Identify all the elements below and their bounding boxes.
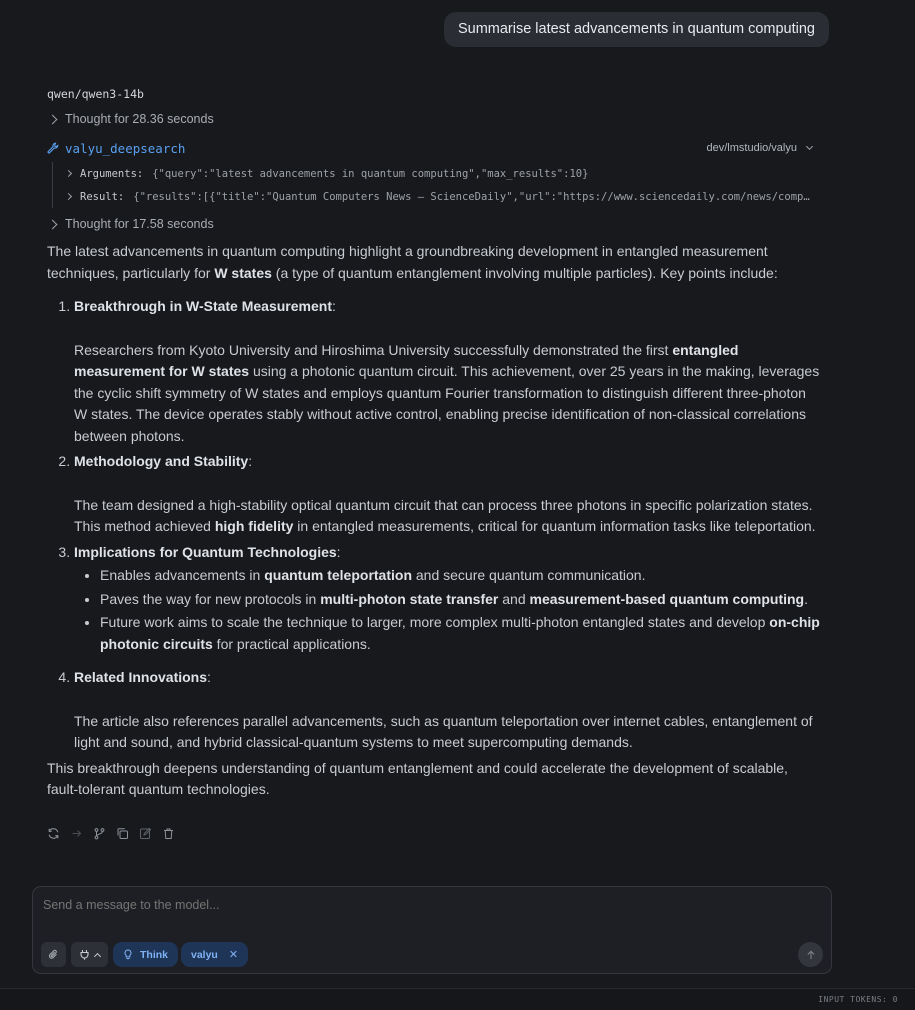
tool-result-row[interactable]: Result: {"results":[{"title":"Quantum Co…: [66, 185, 812, 208]
item-title: Implications for Quantum Technologies: [74, 543, 337, 560]
paperclip-icon: [48, 949, 57, 959]
bullet-text: Paves the way for new protocols in: [100, 590, 321, 607]
user-message-text: Summarise latest advancements in quantum…: [457, 21, 815, 37]
message-input-wrap[interactable]: [43, 898, 803, 912]
thought-toggle-2[interactable]: Thought for 17.58 seconds: [47, 217, 214, 231]
bullet-bold: quantum teleportation: [264, 567, 412, 583]
bullet-text: Enables advancements in: [100, 567, 265, 583]
item-title: Related Innovations: [74, 669, 208, 685]
arguments-label: Arguments:: [80, 167, 144, 180]
tool-call-header[interactable]: valyu_deepsearch dev/lmstudio/valyu: [47, 141, 814, 157]
tool-source-label: dev/lmstudio/valyu: [706, 142, 798, 154]
key-points-list: Breakthrough in W-State Measurement: Res…: [47, 296, 822, 754]
branch-icon[interactable]: [92, 826, 106, 840]
thought-toggle-1[interactable]: Thought for 28.36 seconds: [47, 112, 214, 126]
list-item: Related Innovations: The article also re…: [74, 667, 822, 754]
chevron-right-icon: [66, 192, 73, 201]
input-tokens: INPUT TOKENS: 0: [818, 995, 898, 1004]
item-description: The article also references parallel adv…: [74, 711, 822, 754]
bullet-text: Future work aims to scale the technique …: [100, 614, 770, 630]
chevron-down-icon: [805, 142, 814, 151]
item-description: The team designed a high-stability optic…: [74, 495, 822, 538]
regenerate-icon[interactable]: [46, 826, 60, 840]
bullet-item: Paves the way for new protocols in multi…: [100, 589, 822, 611]
bullet-text: .: [804, 590, 808, 607]
chevron-right-icon: [47, 114, 58, 124]
lightbulb-icon: [124, 949, 132, 960]
bullet-text: and secure quantum communication.: [412, 567, 646, 583]
model-name: qwen/qwen3-14b: [47, 87, 144, 101]
thought-label-1: Thought for 28.36 seconds: [65, 112, 214, 126]
think-label: Think: [140, 948, 168, 961]
answer-intro: The latest advancements in quantum compu…: [47, 241, 822, 284]
implications-list: Enables advancements in quantum teleport…: [74, 565, 822, 655]
answer-intro-bold: W states: [214, 264, 272, 281]
item-text: The article also references parallel adv…: [74, 712, 813, 751]
thought-label-2: Thought for 17.58 seconds: [65, 217, 214, 231]
send-button[interactable]: [798, 942, 823, 967]
bullet-text: and: [498, 590, 530, 607]
plug-icon: [80, 950, 89, 960]
bullet-bold: measurement-based quantum computing: [529, 590, 805, 607]
tool-name: valyu_deepsearch: [65, 141, 186, 156]
tool-call-details: Arguments: {"query":"latest advancements…: [52, 162, 812, 208]
answer-conclusion: This breakthrough deepens understanding …: [47, 759, 788, 798]
continue-arrow-icon[interactable]: [69, 826, 83, 840]
answer-intro-text-2: (a type of quantum entanglement involvin…: [271, 264, 778, 281]
tool-arguments-row[interactable]: Arguments: {"query":"latest advancements…: [66, 162, 812, 185]
message-input[interactable]: [43, 898, 803, 912]
assistant-answer: The latest advancements in quantum compu…: [47, 241, 822, 801]
chevron-right-icon: [47, 219, 58, 229]
result-label: Result:: [80, 190, 125, 203]
chevron-right-icon: [66, 169, 73, 178]
tool-source[interactable]: dev/lmstudio/valyu: [706, 142, 814, 154]
result-value: {"results":[{"title":"Quantum Computers …: [133, 190, 812, 203]
integrations-button[interactable]: [71, 942, 108, 967]
arrow-up-icon: [806, 950, 815, 959]
item-description: Researchers from Kyoto University and Hi…: [74, 340, 822, 448]
status-footer: INPUT TOKENS: 0: [0, 988, 915, 1010]
arguments-value: {"query":"latest advancements in quantum…: [152, 167, 589, 180]
close-icon[interactable]: ✕: [229, 948, 238, 961]
bullet-item: Enables advancements in quantum teleport…: [100, 565, 822, 587]
item-text: Researchers from Kyoto University and Hi…: [74, 341, 673, 358]
tool-chip-valyu[interactable]: valyu ✕: [181, 942, 249, 967]
message-composer: Think valyu ✕: [32, 886, 832, 974]
trash-icon[interactable]: [161, 826, 175, 840]
edit-icon[interactable]: [138, 826, 152, 840]
list-item: Implications for Quantum Technologies: E…: [74, 542, 822, 656]
item-bold: high fidelity: [214, 518, 294, 534]
list-item: Breakthrough in W-State Measurement: Res…: [74, 296, 822, 447]
think-toggle[interactable]: Think: [113, 942, 178, 967]
item-title: Breakthrough in W-State Measurement: [74, 298, 332, 314]
bullet-text: for practical applications.: [212, 635, 371, 652]
wrench-icon: [47, 142, 59, 154]
item-text: in entangled measurements, critical for …: [293, 518, 816, 534]
message-actions: [46, 826, 175, 840]
user-message-bubble: Summarise latest advancements in quantum…: [443, 12, 829, 47]
attach-button[interactable]: [41, 942, 66, 967]
bullet-item: Future work aims to scale the technique …: [100, 612, 822, 655]
list-item: Methodology and Stability: The team desi…: [74, 451, 822, 538]
chevron-up-icon: [93, 952, 102, 960]
item-title: Methodology and Stability: [74, 453, 249, 469]
tool-chip-label: valyu: [191, 948, 218, 961]
copy-icon[interactable]: [115, 826, 129, 840]
bullet-bold: multi-photon state transfer: [320, 590, 499, 607]
